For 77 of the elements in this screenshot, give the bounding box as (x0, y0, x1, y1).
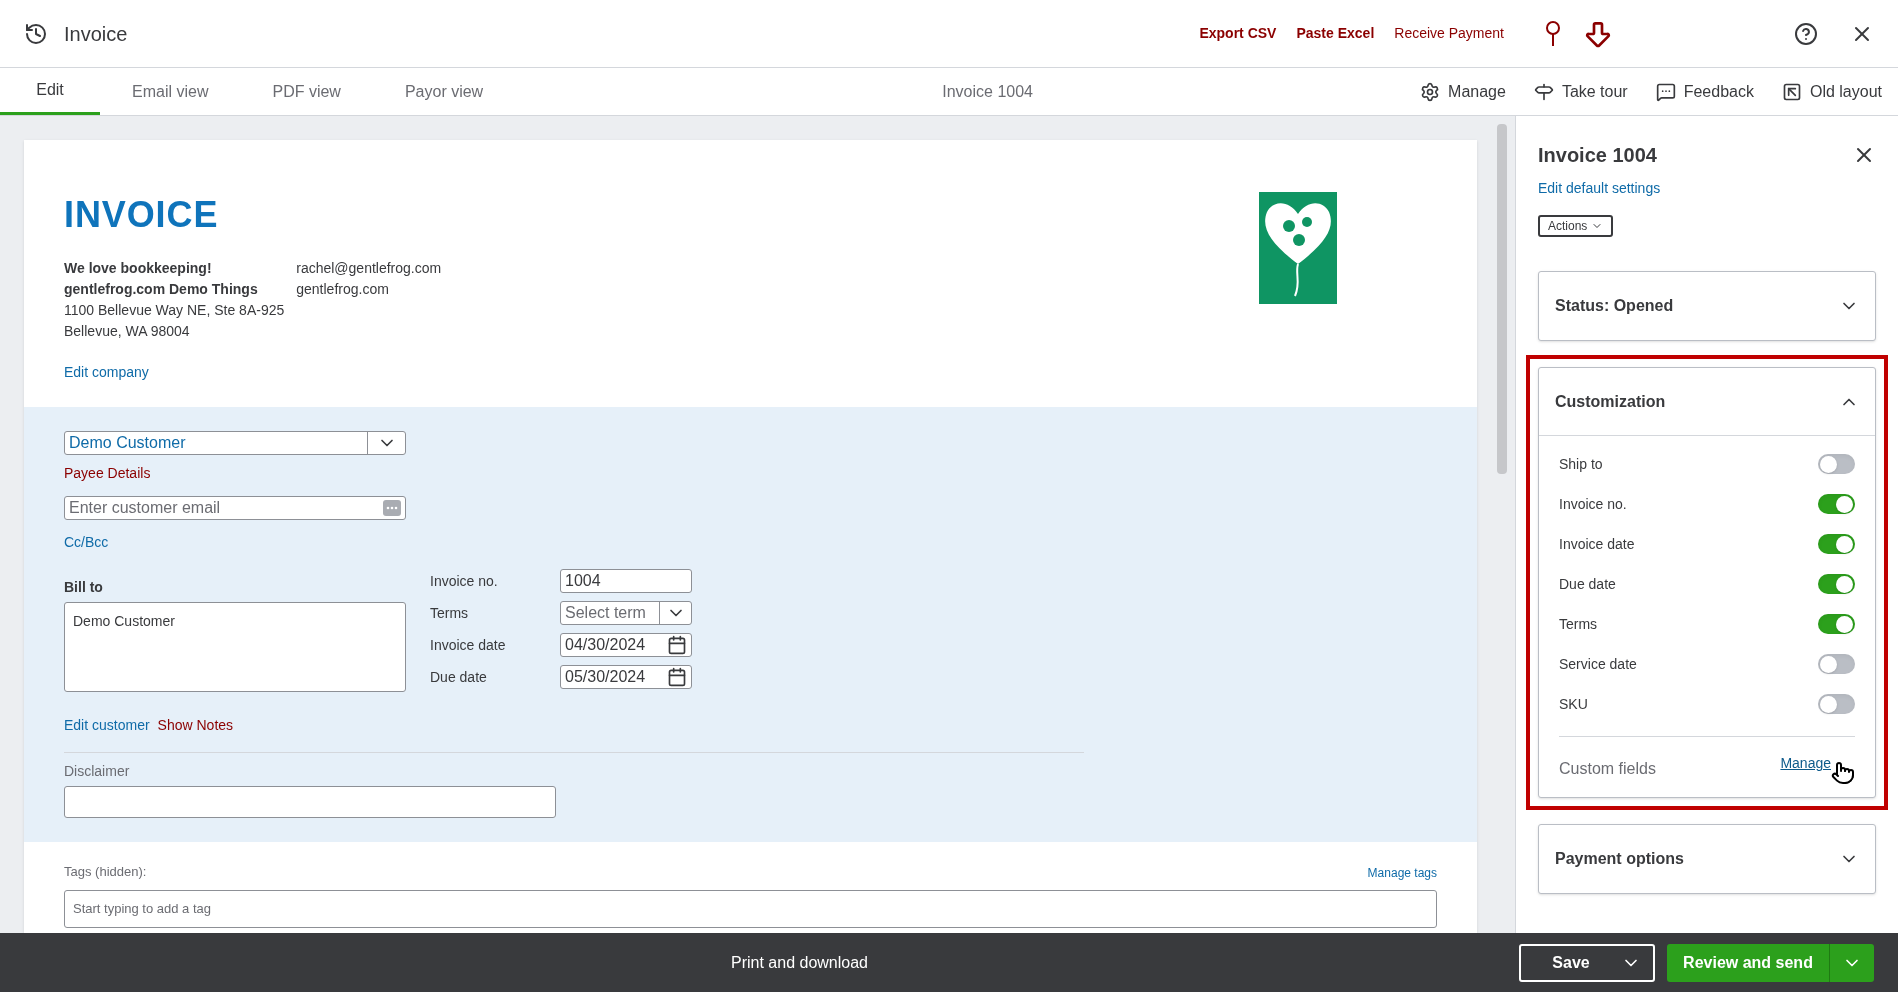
edit-default-settings-link[interactable]: Edit default settings (1538, 178, 1876, 199)
more-icon (383, 500, 401, 516)
toggle-switch[interactable] (1818, 574, 1855, 594)
customer-select[interactable]: Demo Customer (64, 431, 406, 455)
company-info: 1100 Bellevue Way NE, Ste 8A-925 (64, 301, 285, 320)
company-info: We love bookkeeping! (64, 259, 213, 278)
toggle-switch[interactable] (1818, 694, 1855, 714)
view-tab[interactable]: Email view (100, 68, 241, 115)
cc-bcc-link[interactable]: Cc/Bcc (64, 532, 1437, 553)
field-label: Terms (430, 603, 470, 623)
arrow-square-icon (1781, 81, 1802, 102)
settings-icon (1420, 81, 1441, 102)
contact-info: gentlefrog.com (296, 280, 390, 299)
company-info: Bellevue, WA 98004 (64, 322, 191, 341)
toggle-label: Ship to (1559, 454, 1603, 474)
signpost-icon (1533, 81, 1554, 102)
hand-cursor-icon (1831, 761, 1855, 785)
date-field[interactable]: 04/30/2024 (560, 633, 692, 657)
field-label: Due date (430, 667, 488, 687)
save-button[interactable]: Save (1519, 943, 1655, 982)
help-icon[interactable] (1794, 21, 1818, 46)
toggle-label: SKU (1559, 694, 1588, 714)
manage-tags-link[interactable]: Manage tags (1367, 863, 1437, 882)
calendar-icon (667, 667, 687, 687)
tags-label: Tags (hidden): (64, 863, 147, 881)
view-tab[interactable]: Payor view (372, 68, 516, 115)
terms-select[interactable]: Select term (560, 601, 692, 625)
toggle-switch[interactable] (1818, 494, 1855, 514)
toolbar-button[interactable]: Manage (1420, 79, 1506, 104)
bill-to-label: Bill to (64, 578, 104, 597)
toggle-switch[interactable] (1818, 454, 1855, 474)
manage-link[interactable]: Manage (1780, 753, 1831, 774)
calendar-icon (667, 635, 687, 655)
toggle-label: Service date (1559, 654, 1637, 674)
history-icon[interactable] (24, 21, 48, 46)
toolbar-button[interactable]: Feedback (1655, 79, 1754, 104)
toggle-label: Invoice no. (1559, 494, 1627, 514)
speech-bubble-icon (1655, 81, 1676, 102)
show-notes-link[interactable]: Show Notes (157, 715, 234, 736)
toggle-label: Invoice date (1559, 534, 1635, 554)
invoice-number-field[interactable]: 1004 (560, 569, 692, 593)
header-link[interactable]: Receive Payment (1394, 23, 1504, 44)
payee-details-link[interactable]: Payee Details (64, 463, 1437, 484)
field-label: Invoice no. (430, 571, 499, 591)
scrollbar[interactable] (1497, 124, 1507, 474)
disclaimer-field[interactable] (64, 786, 556, 818)
document-title: Invoice 1004 (942, 81, 1033, 102)
pin-icon (1544, 19, 1562, 48)
field-label: Invoice date (430, 635, 507, 655)
toggle-label: Terms (1559, 614, 1598, 634)
toggle-switch[interactable] (1818, 654, 1855, 674)
disclaimer-label: Disclaimer (64, 762, 131, 781)
toggle-switch[interactable] (1818, 534, 1855, 554)
edit-company-link[interactable]: Edit company (64, 362, 442, 383)
email-field[interactable]: Enter customer email (64, 496, 406, 520)
panel-title: Invoice 1004 (1538, 143, 1657, 168)
contact-info: rachel@gentlefrog.com (296, 259, 442, 278)
print-download-button[interactable]: Print and download (731, 950, 868, 975)
actions-button[interactable]: Actions (1538, 215, 1614, 237)
toggle-label: Due date (1559, 574, 1616, 594)
accordion-header[interactable]: Customization (1539, 368, 1875, 436)
date-field[interactable]: 05/30/2024 (560, 665, 692, 689)
company-info: gentlefrog.com Demo Things (64, 280, 259, 299)
toolbar-button[interactable]: Old layout (1781, 79, 1882, 104)
page-title: Invoice (64, 21, 128, 47)
toggle-switch[interactable] (1818, 614, 1855, 634)
tags-field[interactable]: Start typing to add a tag (64, 889, 1437, 928)
header-link[interactable]: Paste Excel (1296, 23, 1375, 44)
edit-customer-link[interactable]: Edit customer (64, 715, 150, 736)
invoice-heading: INVOICE (64, 193, 220, 237)
view-tab[interactable]: PDF view (240, 68, 373, 115)
custom-fields-label: Custom fields (1559, 759, 1656, 779)
accordion-header[interactable]: Status: Opened (1539, 272, 1875, 340)
header-link[interactable]: Export CSV (1199, 23, 1277, 44)
toolbar-button[interactable]: Take tour (1533, 79, 1628, 104)
accordion-header[interactable]: Payment options (1539, 825, 1875, 893)
bill-to-field[interactable]: Demo Customer (64, 602, 406, 692)
